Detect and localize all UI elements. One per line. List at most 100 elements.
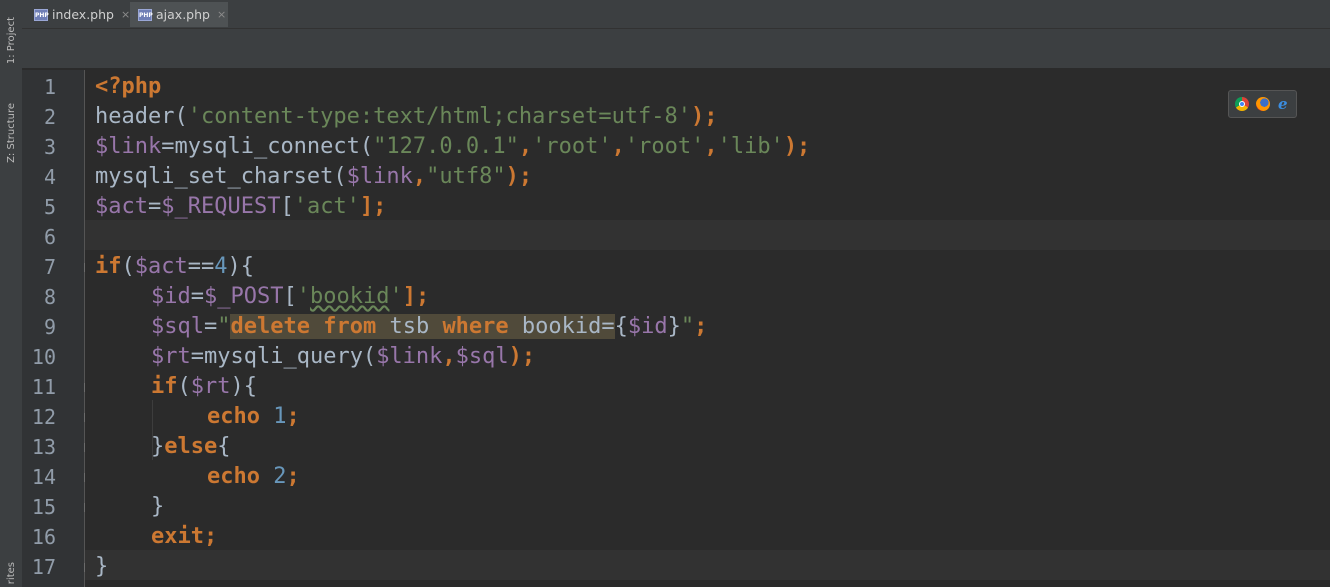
code-token: echo [207,464,260,489]
line-number: 17 [31,555,56,579]
tab-label: ajax.php [156,7,210,22]
code-token: $id [151,284,191,309]
code-token: , [518,134,533,159]
code-line-15: } [151,492,164,522]
php-file-icon: PHP [34,8,49,21]
code-token: { [614,314,628,339]
line-number: 8 [43,285,56,309]
code-line-11: if($rt){ [151,372,257,402]
editor-gutter: 1 2 3 4 5 6 7 8 9 10 11 12 13 14 15 16 1… [22,70,92,587]
code-token: ( [121,254,135,279]
sql-injection-highlight: delete from tsb where bookid= [230,314,615,339]
line-number: 12 [31,405,56,429]
code-token: ]; [402,284,430,309]
firefox-icon[interactable] [1255,97,1270,111]
code-token: "127.0.0.1" [373,134,519,159]
code-line-7: if($act==4){ [95,252,254,282]
sql-keyword: from [323,314,377,339]
line-number: 2 [43,105,56,129]
chrome-icon[interactable] [1235,97,1250,111]
code-token: ' [296,284,310,309]
line-number: 4 [43,165,56,189]
editor-tab-bar: PHP index.php × PHP ajax.php × [22,0,1330,29]
project-tool-tab[interactable]: 1: Project [1,6,21,76]
code-token: ); [783,134,811,159]
code-line-10: $rt=mysqli_query($link,$sql); [151,342,535,372]
code-line-17: } [95,552,108,582]
code-token: ' [389,284,403,309]
code-token: 1 [273,404,287,429]
code-token: if [151,374,178,399]
code-token: $_POST [204,284,284,309]
code-token: ){ [230,374,258,399]
code-token: =mysqli_connect( [161,134,374,159]
breadcrumb-bar [22,29,1330,69]
code-token: ; [286,404,300,429]
code-token: , [442,344,456,369]
code-token: } [95,554,109,579]
tab-index-php[interactable]: PHP index.php × [26,2,130,27]
code-token: 'root' [532,134,612,159]
code-token: 'content-type:text/html;charset=utf-8' [187,104,692,129]
tab-ajax-php[interactable]: PHP ajax.php × [130,2,228,27]
favorites-tool-tab[interactable]: rites [1,560,21,587]
code-token: , [611,134,625,159]
line-number: 15 [31,495,56,519]
code-token: == [187,254,215,279]
ie-icon[interactable]: e [1276,97,1290,112]
code-token: ; [286,464,300,489]
code-token: = [147,194,162,219]
code-token: header( [95,104,188,129]
structure-tool-tab[interactable]: Z: Structure [1,92,21,174]
line-number: 7 [43,255,56,279]
code-token: "utf8" [426,164,506,189]
code-token: } [667,314,681,339]
line-number: 1 [43,75,56,99]
code-token: $link [346,164,413,189]
php-open-tag: <?php [95,74,162,99]
code-token: bookid [309,284,390,309]
tab-label: index.php [52,7,114,22]
tool-window-strip: 1: Project Z: Structure rites [0,0,23,587]
line-number: 16 [31,525,56,549]
code-token: $id [627,314,668,339]
sql-keyword: delete [230,314,310,339]
code-token: , [704,134,718,159]
line-number: 5 [43,195,56,219]
code-token: $link [95,134,162,159]
code-token: echo [207,404,260,429]
line-number: 9 [43,315,56,339]
code-line-1: <?php [95,72,161,102]
code-token: $sql [455,344,509,369]
code-token: 'root' [624,134,705,159]
line-number: 14 [31,465,56,489]
code-editor[interactable]: <?php header('content-type:text/html;cha… [85,70,1330,587]
close-icon[interactable]: × [217,8,226,21]
code-line-14: echo 2; [207,462,300,492]
code-token: [ [280,194,294,219]
code-token: ); [505,164,533,189]
code-token: ); [691,104,718,129]
code-line-12: echo 1; [207,402,300,432]
code-line-4: mysqli_set_charset($link,"utf8"); [95,162,532,192]
code-token: mysqli_set_charset( [95,164,347,189]
sql-keyword: where [442,314,509,339]
code-token: ; [694,314,708,339]
code-token: { [217,434,231,459]
code-token: exit [151,524,204,549]
code-token: $link [376,344,443,369]
code-token: $rt [190,374,231,399]
code-line-9: $sql="delete from tsb where bookid={$id}… [151,312,707,342]
code-token: $act [134,254,188,279]
code-line-3: $link=mysqli_connect("127.0.0.1",'root',… [95,132,810,162]
close-icon[interactable]: × [121,8,130,21]
code-token: " [680,314,695,339]
code-token: } [151,434,165,459]
line-number: 3 [43,135,56,159]
code-token: bookid= [508,314,615,339]
code-token: 2 [273,464,287,489]
line-number: 11 [31,375,56,399]
